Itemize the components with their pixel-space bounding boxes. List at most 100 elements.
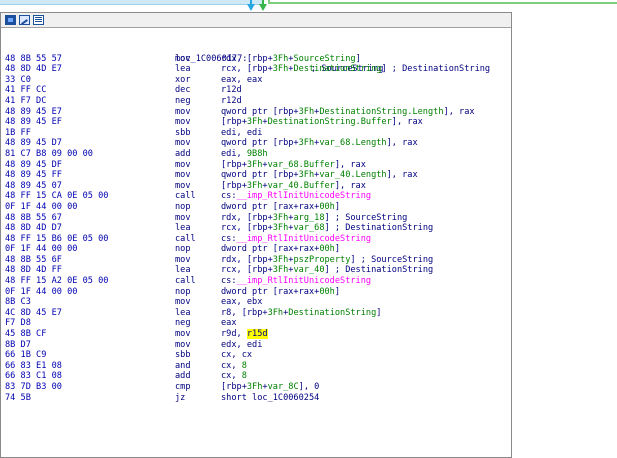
instruction-row[interactable]: 0F 1F 44 00 00 nop dword ptr [rax+rax+00h]	[1, 287, 513, 298]
instruction-mnemonic[interactable]: dec	[175, 85, 191, 96]
instruction-mnemonic[interactable]: mov	[175, 117, 191, 128]
instruction-operands[interactable]: [rbp+3Fh+var_40.Buffer], rax	[221, 181, 366, 192]
instruction-operands[interactable]: r9d, r15d	[221, 329, 268, 340]
instruction-row[interactable]: 48 FF 15 B6 0E 05 00 call cs:__imp_RtlInit…	[1, 234, 513, 245]
instruction-mnemonic[interactable]: jz	[175, 393, 185, 404]
instruction-mnemonic[interactable]: lea	[175, 265, 191, 276]
instruction-row[interactable]: 48 89 45 FF mov qword ptr [rbp+3Fh+var_40.…	[1, 170, 513, 181]
instruction-mnemonic[interactable]: mov	[175, 340, 191, 351]
instruction-operands[interactable]: [rbp+3Fh+DestinationString.Buffer], rax	[221, 117, 423, 128]
instruction-operands[interactable]: cx, cx	[221, 350, 252, 361]
instruction-mnemonic[interactable]: nop	[175, 202, 191, 213]
instruction-operands[interactable]: eax	[221, 318, 237, 329]
instruction-row[interactable]: 81 C7 B8 09 00 00 add edi, 9B8h	[1, 149, 513, 160]
instruction-row[interactable]: 48 89 45 DF mov [rbp+3Fh+var_68.Buffer], r…	[1, 160, 513, 171]
instruction-mnemonic[interactable]: neg	[175, 96, 191, 107]
instruction-mnemonic[interactable]: mov	[175, 54, 191, 65]
code-label-row[interactable]: loc_1C0060177: ; SourceString	[1, 43, 513, 75]
instruction-operands[interactable]: qword ptr [rbp+3Fh+var_40.Length], rax	[221, 170, 418, 181]
instruction-row[interactable]: 48 8B 55 6F mov rdx, [rbp+3Fh+pszProperty]…	[1, 255, 513, 266]
graph-node[interactable]: loc_1C0060177: ; SourceString 48 8B 55 5…	[0, 12, 512, 458]
instruction-operands[interactable]: dword ptr [rax+rax+00h]	[221, 202, 340, 213]
instruction-operands[interactable]: cs:__imp_RtlInitUnicodeString	[221, 191, 371, 202]
import-reference[interactable]: __imp_RtlInitUnicodeString	[237, 276, 372, 286]
instruction-operands[interactable]: edi, edi	[221, 128, 262, 139]
instruction-row[interactable]: 8B C3 mov eax, ebx	[1, 297, 513, 308]
instruction-operands[interactable]: [rbp+3Fh+var_68.Buffer], rax	[221, 160, 366, 171]
instruction-row[interactable]: 45 8B CF mov r9d, r15d	[1, 329, 513, 340]
instruction-mnemonic[interactable]: neg	[175, 318, 191, 329]
instruction-operands[interactable]: short loc_1C0060254	[221, 393, 319, 404]
instruction-row[interactable]: 48 89 45 E7 mov qword ptr [rbp+3Fh+Destina…	[1, 107, 513, 118]
instruction-mnemonic[interactable]: mov	[175, 170, 191, 181]
instruction-row[interactable]: 41 FF CC dec r12d	[1, 85, 513, 96]
instruction-operands[interactable]: rdx, [rbp+3Fh+arg_18] ; SourceString	[221, 213, 407, 224]
instruction-row[interactable]: 74 5B jz short loc_1C0060254	[1, 393, 513, 404]
instruction-row[interactable]: 0F 1F 44 00 00 nop dword ptr [rax+rax+00h]	[1, 202, 513, 213]
highlighted-register[interactable]: r15d	[246, 329, 268, 340]
instruction-mnemonic[interactable]: and	[175, 361, 191, 372]
instruction-operands[interactable]: rcx, [rbp+3Fh+var_40] ; DestinationStrin…	[221, 265, 433, 276]
instruction-row[interactable]: 83 7D B3 00 cmp [rbp+3Fh+var_8C], 0	[1, 382, 513, 393]
instruction-operands[interactable]: edi, 9B8h	[221, 149, 268, 160]
instruction-mnemonic[interactable]: nop	[175, 287, 191, 298]
instruction-mnemonic[interactable]: add	[175, 149, 191, 160]
instruction-row[interactable]: 48 89 45 D7 mov qword ptr [rbp+3Fh+var_68.…	[1, 138, 513, 149]
instruction-row[interactable]: 66 83 C1 08 add cx, 8	[1, 371, 513, 382]
instruction-mnemonic[interactable]: mov	[175, 160, 191, 171]
instruction-operands[interactable]: cx, 8	[221, 361, 247, 372]
instruction-row[interactable]: 48 FF 15 A2 0E 05 00 call cs:__imp_RtlInit…	[1, 276, 513, 287]
instruction-row[interactable]: 33 C0 xor eax, eax	[1, 75, 513, 86]
instruction-row[interactable]: 1B FF sbb edi, edi	[1, 128, 513, 139]
instruction-row[interactable]: 48 8B 55 67 mov rdx, [rbp+3Fh+arg_18] ; So…	[1, 213, 513, 224]
instruction-mnemonic[interactable]: cmp	[175, 382, 191, 393]
instruction-operands[interactable]: rcx, [rbp+3Fh+var_68] ; DestinationStrin…	[221, 223, 433, 234]
instruction-operands[interactable]: rcx, [rbp+3Fh+DestinationString] ; Desti…	[221, 64, 490, 75]
instruction-mnemonic[interactable]: nop	[175, 244, 191, 255]
instruction-row[interactable]: 48 8D 4D E7 lea rcx, [rbp+3Fh+DestinationS…	[1, 64, 513, 75]
instruction-operands[interactable]: r12d	[221, 85, 242, 96]
instruction-mnemonic[interactable]: sbb	[175, 128, 191, 139]
instruction-mnemonic[interactable]: add	[175, 371, 191, 382]
instruction-row[interactable]: 8B D7 mov edx, edi	[1, 340, 513, 351]
instruction-mnemonic[interactable]: mov	[175, 213, 191, 224]
instruction-row[interactable]: 48 89 45 EF mov [rbp+3Fh+DestinationString…	[1, 117, 513, 128]
instruction-operands[interactable]: [rbp+3Fh+var_8C], 0	[221, 382, 319, 393]
instruction-row[interactable]: 0F 1F 44 00 00 nop dword ptr [rax+rax+00h]	[1, 244, 513, 255]
instruction-operands[interactable]: r8, [rbp+3Fh+DestinationString]	[221, 308, 381, 319]
instruction-row[interactable]: F7 D8 neg eax	[1, 318, 513, 329]
instruction-operands[interactable]: edx, edi	[221, 340, 262, 351]
instruction-operands[interactable]: eax, eax	[221, 75, 262, 86]
instruction-mnemonic[interactable]: call	[175, 234, 196, 245]
instruction-operands[interactable]: cx, 8	[221, 371, 247, 382]
instruction-row[interactable]: 48 FF 15 CA 0E 05 00 call cs:__imp_RtlInit…	[1, 191, 513, 202]
instruction-operands[interactable]: rdx, [rbp+3Fh+pszProperty] ; SourceStrin…	[221, 255, 433, 266]
instruction-row[interactable]: 66 1B C9 sbb cx, cx	[1, 350, 513, 361]
instruction-mnemonic[interactable]: mov	[175, 297, 191, 308]
instruction-operands[interactable]: dword ptr [rax+rax+00h]	[221, 287, 340, 298]
instruction-mnemonic[interactable]: sbb	[175, 350, 191, 361]
instruction-mnemonic[interactable]: call	[175, 276, 196, 287]
instruction-operands[interactable]: rdx, [rbp+3Fh+SourceString]	[221, 54, 361, 65]
instruction-operands[interactable]: qword ptr [rbp+3Fh+DestinationString.Len…	[221, 107, 475, 118]
instruction-operands[interactable]: qword ptr [rbp+3Fh+var_68.Length], rax	[221, 138, 418, 149]
instruction-operands[interactable]: r12d	[221, 96, 242, 107]
instruction-mnemonic[interactable]: lea	[175, 64, 191, 75]
instruction-row[interactable]: 4C 8D 45 E7 lea r8, [rbp+3Fh+DestinationSt…	[1, 308, 513, 319]
instruction-operands[interactable]: cs:__imp_RtlInitUnicodeString	[221, 234, 371, 245]
graph-color-icon[interactable]	[5, 15, 16, 25]
instruction-mnemonic[interactable]: lea	[175, 223, 191, 234]
import-reference[interactable]: __imp_RtlInitUnicodeString	[237, 191, 372, 201]
instruction-mnemonic[interactable]: mov	[175, 329, 191, 340]
instruction-row[interactable]: 48 8D 4D FF lea rcx, [rbp+3Fh+var_40] ; De…	[1, 265, 513, 276]
instruction-operands[interactable]: cs:__imp_RtlInitUnicodeString	[221, 276, 371, 287]
instruction-mnemonic[interactable]: call	[175, 191, 196, 202]
instruction-row[interactable]: 66 83 E1 08 and cx, 8	[1, 361, 513, 372]
instruction-mnemonic[interactable]: mov	[175, 138, 191, 149]
instruction-mnemonic[interactable]: xor	[175, 75, 191, 86]
instruction-mnemonic[interactable]: mov	[175, 255, 191, 266]
instruction-mnemonic[interactable]: lea	[175, 308, 191, 319]
node-text-icon[interactable]	[33, 15, 44, 25]
import-reference[interactable]: __imp_RtlInitUnicodeString	[237, 234, 372, 244]
edit-node-icon[interactable]	[19, 15, 30, 25]
